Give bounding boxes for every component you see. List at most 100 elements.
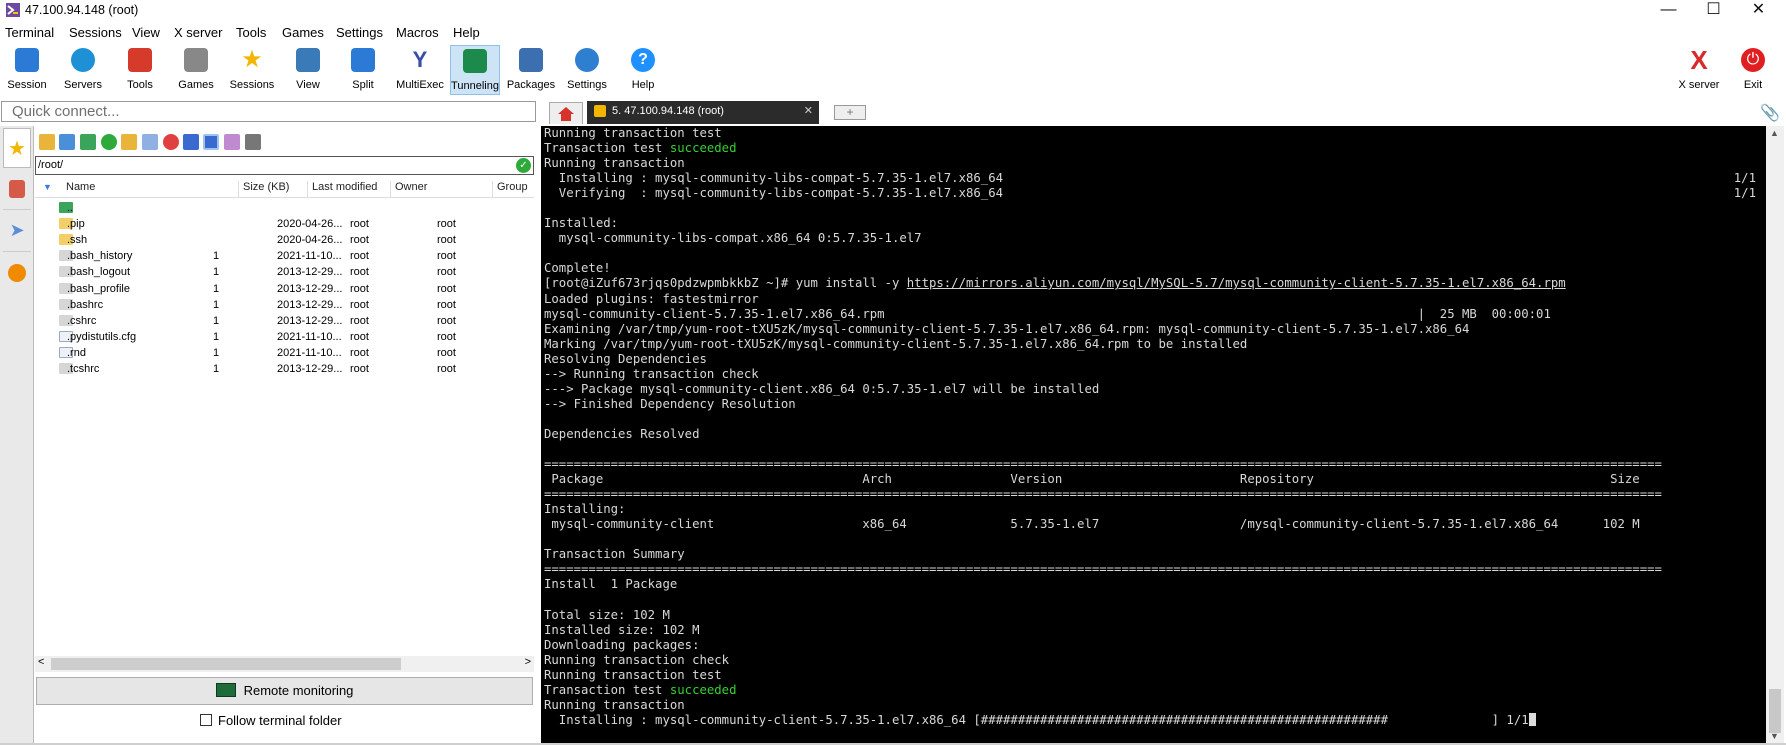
file-row[interactable]: .bash_history 1 2021-11-10... root root	[35, 248, 534, 265]
rename-icon[interactable]	[183, 134, 199, 150]
new-tab-button[interactable]: +	[834, 105, 866, 120]
scroll-down-icon[interactable]: ▼	[1770, 731, 1779, 741]
macros-sidebar-tab[interactable]: ➤	[3, 212, 31, 252]
download-icon[interactable]	[59, 134, 75, 150]
scroll-up-icon[interactable]: ▲	[1770, 128, 1779, 138]
horizontal-scrollbar[interactable]: < >	[35, 656, 534, 672]
remote-monitoring-button[interactable]: Remote monitoring	[36, 677, 533, 705]
permissions-icon[interactable]	[224, 134, 240, 150]
file-toolbar	[35, 132, 535, 152]
exit-button[interactable]: ⏻ Exit	[1727, 45, 1779, 95]
vertical-scroll-thumb[interactable]	[1769, 689, 1781, 733]
refresh-icon[interactable]	[101, 134, 117, 150]
menu-games[interactable]: Games	[282, 25, 324, 40]
file-row[interactable]: .bash_profile 1 2013-12-29... root root	[35, 281, 534, 298]
column-name[interactable]: Name	[62, 181, 95, 197]
new-folder-icon[interactable]	[121, 134, 137, 150]
url-link[interactable]: https://mirrors.aliyun.com/mysql/MySQL-5…	[907, 276, 1566, 290]
terminal-line: Dependencies Resolved	[544, 426, 700, 441]
settings-button[interactable]: Settings	[561, 45, 613, 95]
scroll-left-icon[interactable]: <	[38, 656, 44, 668]
menu-view[interactable]: View	[132, 25, 160, 40]
multiexec-button[interactable]: Y MultiExec	[394, 45, 446, 95]
column-owner[interactable]: Owner	[390, 181, 427, 197]
title-bar: 47.100.94.148 (root) — ☐ ✕	[0, 0, 1786, 20]
session-tab[interactable]: 5. 47.100.94.148 (root) ✕	[587, 101, 819, 124]
check-icon[interactable]: ✓	[516, 158, 531, 173]
menu-help[interactable]: Help	[453, 25, 480, 40]
split-button[interactable]: Split	[337, 45, 389, 95]
file-size: 1	[213, 298, 220, 311]
file-row[interactable]: .bash_logout 1 2013-12-29... root root	[35, 264, 534, 281]
sessions-button[interactable]: ★ Sessions	[226, 45, 278, 95]
file-row[interactable]: .tcshrc 1 2013-12-29... root root	[35, 361, 534, 378]
menu-tools[interactable]: Tools	[236, 25, 266, 40]
file-row[interactable]: .pip 2020-04-26... root root	[35, 216, 534, 233]
sessions-sidebar-tab[interactable]: ★	[3, 128, 31, 168]
menu-terminal[interactable]: Terminal	[5, 25, 54, 40]
session-button[interactable]: Session	[1, 45, 53, 95]
file-modified: 2020-04-26...	[277, 234, 343, 247]
tools-button[interactable]: Tools	[114, 45, 166, 95]
upload-icon[interactable]	[80, 134, 96, 150]
packages-button[interactable]: Packages	[505, 45, 557, 95]
file-group: root	[437, 266, 456, 279]
horizontal-scroll-thumb[interactable]	[51, 658, 401, 670]
terminal-vertical-scrollbar[interactable]: ▲ ▼	[1766, 126, 1784, 743]
file-size: 1	[213, 330, 220, 343]
column-modified[interactable]: Last modified	[307, 181, 377, 197]
hidden-files-toggle-icon[interactable]	[203, 134, 219, 150]
terminal-line: Running transaction check	[544, 652, 730, 667]
terminal-output[interactable]: Running transaction test Transaction test…	[541, 126, 1766, 743]
minimize-button[interactable]: —	[1646, 0, 1691, 20]
column-group[interactable]: Group	[492, 181, 528, 197]
view-button[interactable]: View	[282, 45, 334, 95]
multiexec-icon: Y	[412, 47, 428, 72]
quick-connect-input[interactable]: Quick connect...	[1, 101, 536, 122]
terminal-line: Installed:	[544, 216, 619, 231]
file-row[interactable]: ..	[35, 200, 534, 217]
games-button[interactable]: Games	[170, 45, 222, 95]
menu-sessions[interactable]: Sessions	[69, 25, 122, 40]
sftp-sidebar-tab[interactable]	[3, 254, 31, 294]
close-tab-icon[interactable]: ✕	[804, 104, 813, 117]
x-server-button[interactable]: XX server	[1671, 45, 1727, 95]
file-row[interactable]: .pydistutils.cfg 1 2021-11-10... root root	[35, 329, 534, 346]
power-icon: ⏻	[1741, 48, 1765, 72]
new-file-icon[interactable]	[142, 134, 158, 150]
packages-icon	[519, 48, 543, 72]
scroll-right-icon[interactable]: >	[525, 656, 531, 668]
maximize-button[interactable]: ☐	[1691, 0, 1736, 20]
file-row[interactable]: .cshrc 1 2013-12-29... root root	[35, 313, 534, 330]
path-field[interactable]: /root/✓	[35, 156, 534, 175]
file-row[interactable]: .rnd 1 2021-11-10... root root	[35, 345, 534, 362]
parent-folder-icon[interactable]	[39, 134, 55, 150]
servers-button[interactable]: Servers	[57, 45, 109, 95]
file-row[interactable]: .bashrc 1 2013-12-29... root root	[35, 297, 534, 314]
follow-terminal-folder-checkbox[interactable]: Follow terminal folder	[200, 713, 342, 728]
help-icon: ?	[631, 48, 655, 72]
terminal-line: Transaction test succeeded	[544, 682, 737, 697]
terminal-line: Running transaction	[544, 156, 685, 171]
help-button[interactable]: ? Help	[617, 45, 669, 95]
file-modified: 2021-11-10...	[277, 330, 342, 343]
menu-macros[interactable]: Macros	[396, 25, 439, 40]
delete-icon[interactable]	[163, 134, 179, 150]
terminal-line: Total size: 102 M	[544, 607, 670, 622]
tools-sidebar-tab[interactable]	[3, 170, 31, 210]
close-window-button[interactable]: ✕	[1736, 0, 1781, 20]
terminal-line: mysql-community-client-5.7.35-1.el7.x86_…	[544, 306, 1551, 321]
file-group: root	[437, 363, 456, 375]
file-row[interactable]: .ssh 2020-04-26... root root	[35, 232, 534, 249]
checkbox-icon[interactable]	[200, 714, 212, 726]
menu-x-server[interactable]: X server	[174, 25, 222, 40]
column-size[interactable]: Size (KB)	[238, 181, 289, 197]
file-group: root	[437, 250, 456, 263]
terminal-folder-icon[interactable]	[245, 134, 261, 150]
paperclip-icon[interactable]: 📎	[1760, 103, 1780, 123]
menu-settings[interactable]: Settings	[336, 25, 383, 40]
file-owner: root	[350, 298, 369, 311]
tunneling-button[interactable]: Tunneling	[450, 45, 500, 95]
home-tab[interactable]	[549, 102, 583, 124]
